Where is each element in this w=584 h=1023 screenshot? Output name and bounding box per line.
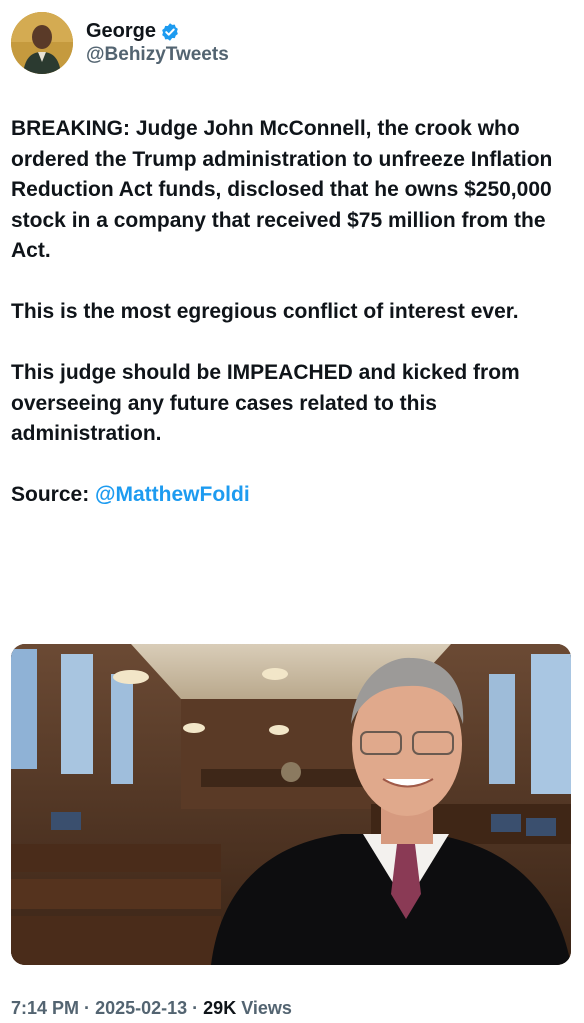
tweet-time[interactable]: 7:14 PM — [11, 998, 79, 1018]
tweet-photo[interactable] — [11, 644, 571, 965]
tweet-date[interactable]: 2025-02-13 — [95, 998, 187, 1018]
tweet-paragraph: This is the most egregious conflict of i… — [11, 300, 519, 323]
tweet-body: BREAKING: Judge John McConnell, the croo… — [11, 114, 571, 511]
tweet-paragraph: BREAKING: Judge John McConnell, the croo… — [11, 117, 553, 262]
tweet-meta: 7:14 PM · 2025-02-13 · 29K Views — [11, 998, 292, 1019]
profile-photo-icon — [11, 12, 73, 74]
tweet-paragraph: This judge should be IMPEACHED and kicke… — [11, 361, 520, 445]
author-avatar[interactable] — [11, 12, 73, 74]
author-display-name[interactable]: George — [86, 20, 156, 43]
views-count: 29K — [203, 998, 237, 1018]
meta-separator: · — [192, 998, 199, 1018]
tweet-source-line: Source: @MatthewFoldi — [11, 480, 571, 511]
source-mention-link[interactable]: @MatthewFoldi — [95, 483, 250, 506]
source-label: Source: — [11, 483, 96, 506]
verified-badge-icon — [162, 22, 178, 41]
tweet-header: George @BehizyTweets — [11, 12, 229, 74]
author-handle[interactable]: @BehizyTweets — [86, 44, 229, 66]
meta-separator: · — [84, 998, 91, 1018]
judge-in-courtroom-photo-icon — [11, 644, 571, 965]
views-label: Views — [241, 998, 292, 1018]
